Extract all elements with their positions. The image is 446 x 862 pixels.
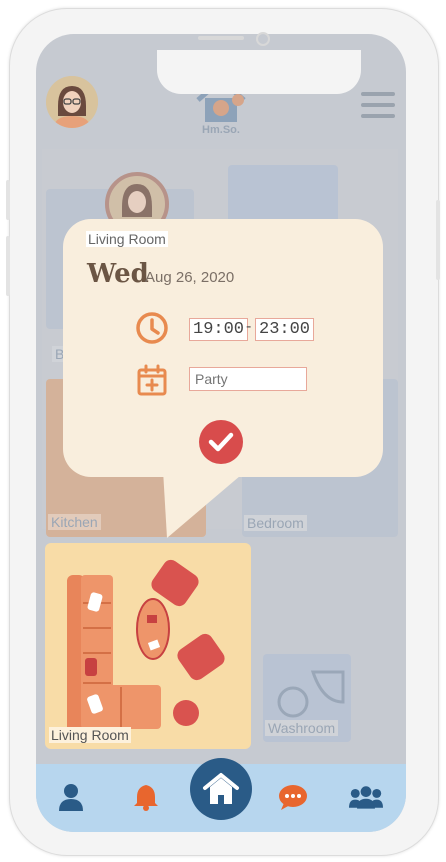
room-label: Kitchen bbox=[48, 514, 101, 530]
confirm-button[interactable] bbox=[199, 420, 243, 464]
phone-side-button bbox=[6, 180, 10, 220]
home-icon bbox=[203, 773, 239, 804]
chat-icon[interactable] bbox=[276, 780, 310, 814]
popup-day: Wed bbox=[87, 259, 149, 289]
group-icon[interactable] bbox=[349, 780, 383, 814]
phone-speaker bbox=[198, 36, 244, 40]
phone-power-button bbox=[436, 200, 440, 280]
phone-notch bbox=[157, 50, 361, 94]
popup-date: Aug 26, 2020 bbox=[145, 269, 235, 286]
room-tile-living-room[interactable]: Living Room bbox=[45, 543, 251, 749]
hamburger-menu-icon[interactable] bbox=[361, 92, 395, 120]
clock-icon bbox=[136, 312, 168, 344]
phone-camera bbox=[256, 32, 270, 46]
user-avatar[interactable] bbox=[46, 76, 98, 128]
popup-room-name: Living Room bbox=[86, 231, 168, 247]
start-time-input[interactable]: 19:00 bbox=[189, 318, 249, 341]
room-label: Living Room bbox=[49, 727, 131, 743]
popup-pointer bbox=[163, 470, 247, 538]
phone-volume-button bbox=[6, 236, 10, 296]
checkmark-icon bbox=[208, 432, 234, 452]
end-time-input[interactable]: 23:00 bbox=[255, 318, 315, 341]
calendar-add-icon bbox=[137, 364, 167, 396]
room-label: Bedroom bbox=[244, 515, 307, 531]
time-separator: - bbox=[246, 318, 252, 335]
bell-icon[interactable] bbox=[129, 780, 163, 814]
home-button[interactable] bbox=[190, 758, 252, 820]
room-label: Washroom bbox=[265, 720, 339, 736]
event-name-input[interactable] bbox=[189, 367, 307, 391]
living-room-floorplan bbox=[67, 559, 225, 735]
person-icon[interactable] bbox=[54, 780, 88, 814]
app-logo-text: Hm.So. bbox=[202, 124, 240, 136]
room-tile-washroom[interactable]: Washroom bbox=[263, 654, 351, 742]
